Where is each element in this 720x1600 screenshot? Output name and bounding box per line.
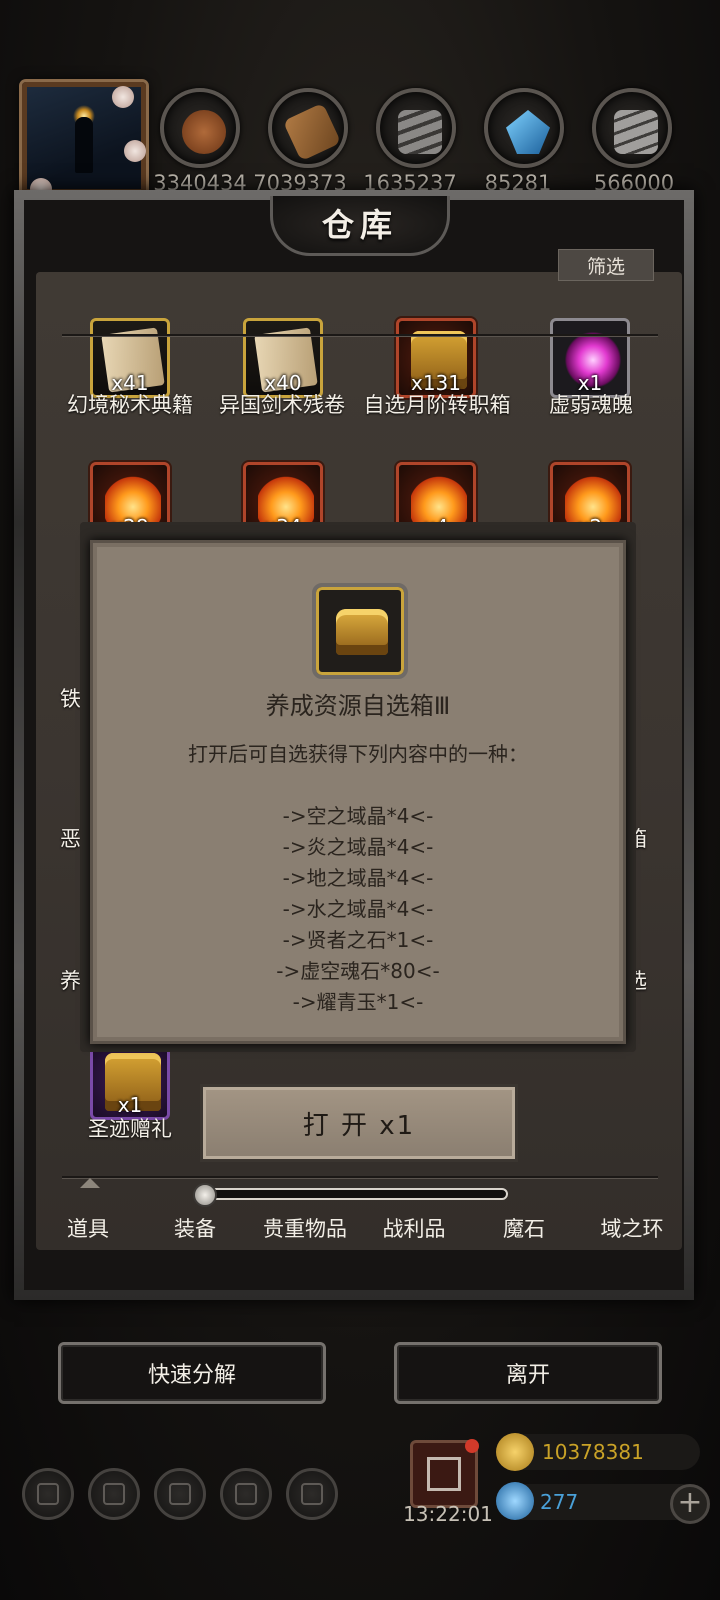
iron-ingot-resource[interactable] [592,88,672,168]
leave-button[interactable]: 离开 [394,1342,662,1404]
flower-decoration [112,86,134,108]
settings-icon[interactable] [22,1468,74,1520]
item-slot[interactable]: x40 [243,318,323,398]
item-slot[interactable]: x1 [550,318,630,398]
tab-scrollbar[interactable] [200,1188,508,1200]
mail-menu-icon[interactable] [220,1468,272,1520]
item-slot[interactable]: x131 [396,318,476,398]
item-name: 虚弱魂魄 [549,393,633,417]
active-tab-indicator [80,1178,100,1188]
tab-scrollbar-thumb[interactable] [193,1183,217,1207]
modal-option: ->耀青玉*1<- [292,990,424,1014]
add-currency-button[interactable]: + [670,1484,710,1524]
filter-button[interactable]: 筛选 [558,249,654,281]
modal-option: ->空之域晶*4<- [282,804,434,828]
tab-domain-rings[interactable]: 域之环 [572,1213,692,1243]
modal-option: ->贤者之石*1<- [282,928,434,952]
item-name: 幻境秘术典籍 [67,393,193,417]
gift-timer: 13:22:01 [403,1502,493,1526]
notification-dot [465,1439,479,1453]
map-menu-icon[interactable] [154,1468,206,1520]
gold-coin-icon [496,1433,534,1471]
wood-log-icon [182,110,226,154]
map-icon [169,1483,191,1505]
chat-icon [301,1483,323,1505]
tab-items[interactable]: 道具 [28,1213,148,1243]
modal-option: ->虚空魂石*80<- [276,959,440,983]
quick-decompose-button[interactable]: 快速分解 [58,1342,326,1404]
modal-option: ->水之域晶*4<- [282,897,434,921]
chest-icon [336,609,388,655]
gem-amount: 277 [540,1490,579,1514]
divider [62,1176,658,1178]
open-item-button[interactable]: 打 开 x1 [200,1084,518,1162]
item-name: 异国剑术残卷 [219,393,345,417]
tab-equipment[interactable]: 装备 [135,1213,255,1243]
item-slot[interactable]: x41 [90,318,170,398]
wood-log-resource[interactable] [160,88,240,168]
warehouse-title: 仓库 [321,206,398,244]
modal-option: ->地之域晶*4<- [282,866,434,890]
flower-decoration [124,140,146,162]
iron-ingot-icon [614,110,658,154]
modal-item-title: 养成资源自选箱Ⅲ [265,692,451,720]
gem-icon [496,1482,534,1520]
item-slot[interactable]: x1 [90,1040,170,1120]
stone-slab-icon [398,110,442,154]
gold-amount: 10378381 [542,1440,644,1464]
gift-icon [427,1457,461,1491]
modal-item-icon [312,583,408,679]
tab-magic-stones[interactable]: 魔石 [464,1213,584,1243]
blue-crystal-icon [506,110,550,154]
plank-icon [282,102,342,162]
gift-box-icon[interactable] [410,1439,479,1508]
mail-icon [235,1483,257,1505]
portrait-figure [75,117,93,173]
chat-menu-icon[interactable] [286,1468,338,1520]
divider [62,334,658,336]
plank-resource[interactable] [268,88,348,168]
item-name: 自选月阶转职箱 [363,393,511,417]
stone-slab-resource[interactable] [376,88,456,168]
tab-loot[interactable]: 战利品 [354,1213,474,1243]
modal-option: ->炎之域晶*4<- [282,835,434,859]
star-menu-icon[interactable] [88,1468,140,1520]
blue-crystal-resource[interactable] [484,88,564,168]
item-name: 圣迹赠礼 [88,1117,172,1141]
gear-icon [37,1483,59,1505]
modal-description: 打开后可自选获得下列内容中的一种： [188,742,528,766]
star-icon [103,1483,125,1505]
tab-valuables[interactable]: 贵重物品 [245,1213,365,1243]
